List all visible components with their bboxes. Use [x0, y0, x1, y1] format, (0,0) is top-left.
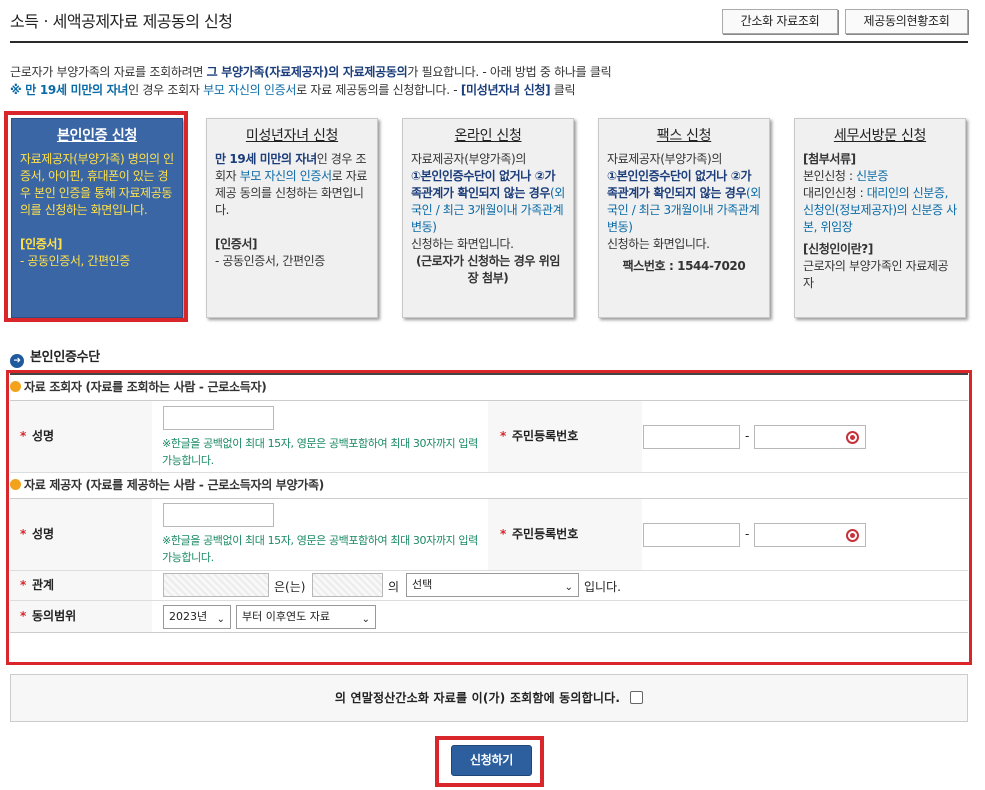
card-text: 부모 자신의 인증서 — [239, 169, 332, 183]
card-text: 자료제공자(부양가족)의 — [411, 152, 526, 166]
agreement-text: 의 연말정산간소화 자료를 이(가) 조회함에 동의합니다. — [334, 691, 621, 705]
card-text: 신분증 — [856, 169, 888, 183]
simple-view-button[interactable]: 간소화 자료조회 — [722, 9, 838, 34]
intro-highlight: ※ 만 19세 미만의 자녀 — [10, 83, 129, 97]
minor-child-link[interactable]: [미성년자녀 신청] — [461, 83, 551, 97]
highlight-frame — [4, 111, 188, 322]
card-text: 만 19세 미만의 자녀 — [215, 152, 317, 166]
card-online[interactable]: 온라인 신청 자료제공자(부양가족)의 ①본인인증수단이 없거나 ②가족관계가 … — [402, 118, 574, 318]
intro-line-1: 근로자가 부양가족의 자료를 조회하려면 그 부양가족(자료제공자)의 자료제공… — [10, 63, 612, 80]
intro-highlight: 부모 자신의 인증서 — [203, 83, 297, 97]
card-cert-body: - 공동인증서, 간편인증 — [215, 254, 325, 268]
intro-text: 근로자가 부양가족의 자료를 조회하려면 — [10, 65, 207, 79]
highlight-frame — [435, 736, 544, 787]
card-text: 본인신청 : 신분증 — [803, 168, 957, 185]
title-divider — [10, 41, 968, 43]
card-fax[interactable]: 팩스 신청 자료제공자(부양가족)의 ①본인인증수단이 없거나 ②가족관계가 확… — [598, 118, 770, 318]
card-minor-child[interactable]: 미성년자녀 신청 만 19세 미만의 자녀인 경우 조회자 부모 자신의 인증서… — [206, 118, 378, 318]
card-text: ①본인인증수단이 없거나 ②가족관계가 확인되지 않는 경우 — [411, 169, 556, 200]
card-text: 대리인신청 : 대리인의 신분증, 신청인(정보제공자)의 신분증 사본, 위임… — [803, 185, 957, 236]
card-title: 온라인 신청 — [454, 128, 522, 144]
arrow-circle-icon: ➜ — [10, 354, 24, 368]
card-text: 근로자의 부양가족인 자료제공자 — [803, 259, 949, 290]
card-text: 본인신청 : — [803, 169, 857, 183]
card-text: 신청하는 화면입니다. — [607, 237, 710, 251]
card-text: 대리인신청 : — [803, 186, 867, 200]
intro-text: 로 자료 제공동의를 신청합니다. - — [296, 83, 461, 97]
card-tax-office[interactable]: 세무서방문 신청 [첨부서류] 본인신청 : 신분증 대리인신청 : 대리인의 … — [794, 118, 966, 318]
intro-text: 인 경우 조회자 — [128, 83, 204, 97]
intro-line-2: ※ 만 19세 미만의 자녀인 경우 조회자 부모 자신의 인증서로 자료 제공… — [10, 81, 576, 98]
card-title: 팩스 신청 — [656, 128, 712, 144]
card-body: ①본인인증수단이 없거나 ②가족관계가 확인되지 않는 경우(외국인 / 최근 … — [607, 168, 761, 236]
page-title: 소득ㆍ세액공제자료 제공동의 신청 — [10, 12, 233, 31]
card-text: 신청하는 화면입니다. — [411, 237, 514, 251]
card-body: 만 19세 미만의 자녀인 경우 조회자 부모 자신의 인증서로 자료 제공 동… — [215, 151, 369, 219]
card-text: (근로자가 신청하는 경우 위임장 첨부) — [415, 254, 561, 285]
highlight-frame — [6, 370, 972, 665]
card-title: 미성년자녀 신청 — [245, 128, 339, 144]
fax-number: 팩스번호 : 1544-7020 — [622, 259, 746, 273]
card-body: ①본인인증수단이 없거나 ②가족관계가 확인되지 않는 경우(외국인 / 최근 … — [411, 168, 565, 236]
section-title: 본인인증수단 — [30, 350, 100, 365]
intro-text: 가 필요합니다. - 아래 방법 중 하나를 클릭 — [407, 65, 612, 79]
intro-highlight: 그 부양가족(자료제공자)의 자료제공동의 — [206, 65, 408, 79]
card-title: 세무서방문 신청 — [833, 128, 927, 144]
section-heading: ➜ 본인인증수단 — [10, 346, 100, 368]
card-text: 자료제공자(부양가족)의 — [607, 152, 722, 166]
card-head: [첨부서류] — [803, 152, 856, 166]
intro-text: 클릭 — [550, 83, 576, 97]
consent-status-button[interactable]: 제공동의현황조회 — [845, 9, 968, 34]
card-text: ①본인인증수단이 없거나 ②가족관계가 확인되지 않는 경우 — [607, 169, 752, 200]
card-cert-head: [인증서] — [215, 237, 258, 251]
agreement-checkbox[interactable] — [630, 691, 644, 704]
card-head: [신청인이란?] — [803, 242, 873, 256]
agreement-box: 의 연말정산간소화 자료를 이(가) 조회함에 동의합니다. — [10, 674, 968, 722]
